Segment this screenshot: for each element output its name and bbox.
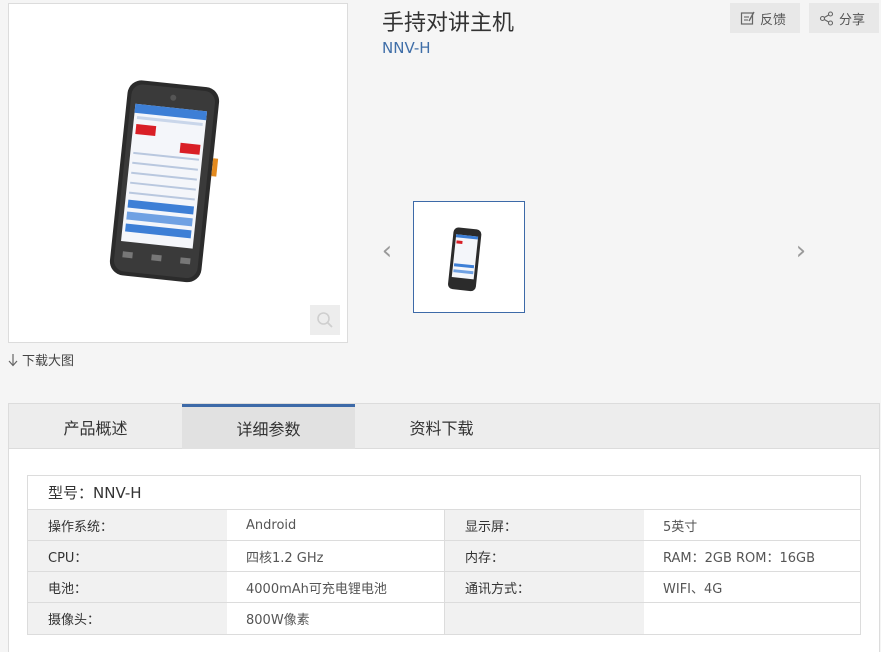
spec-label: 显示屏： [445, 510, 644, 540]
spec-label-empty [445, 603, 644, 634]
spec-value-empty [644, 603, 860, 634]
magnifier-icon [317, 312, 333, 328]
phone-image [109, 80, 220, 283]
spec-value: 800W像素 [227, 603, 445, 634]
spec-model-header: 型号：NNV-H [28, 476, 860, 510]
spec-row: 电池： 4000mAh可充电锂电池 通讯方式： WIFI、4G [28, 572, 860, 603]
carousel-next-button[interactable]: › [791, 236, 811, 266]
spec-value: WIFI、4G [644, 572, 860, 602]
carousel-prev-button[interactable]: ‹ [377, 236, 397, 266]
main-product-image[interactable] [8, 3, 348, 343]
download-large-image-link[interactable]: 下载大图 [8, 350, 74, 369]
spec-table: 型号：NNV-H 操作系统： Android 显示屏： 5英寸 CPU： 四核1… [27, 475, 861, 635]
product-detail-panel: 产品概述 详细参数 资料下载 型号：NNV-H 操作系统： Android 显示… [8, 403, 880, 652]
spec-label: 内存： [445, 541, 644, 571]
feedback-label: 反馈 [760, 12, 787, 28]
spec-row: 摄像头： 800W像素 [28, 603, 860, 634]
zoom-button[interactable] [310, 305, 340, 335]
product-page: 下载大图 手持对讲主机 NNV-H 反馈 分享 ‹ › 产品概述 详细参数 资料… [0, 0, 881, 652]
tab-bar: 产品概述 详细参数 资料下载 [9, 404, 879, 449]
spec-value: 5英寸 [644, 510, 860, 540]
feedback-button[interactable]: 反馈 [730, 3, 800, 33]
product-model: NNV-H [382, 39, 431, 57]
spec-label: 操作系统： [28, 510, 227, 540]
spec-label: 电池： [28, 572, 227, 602]
thumbnail-item[interactable] [413, 201, 525, 313]
share-label: 分享 [839, 12, 866, 28]
edit-icon [740, 11, 755, 25]
chevron-left-icon: ‹ [381, 236, 393, 266]
spec-value: RAM：2GB ROM：16GB [644, 541, 860, 571]
spec-value: Android [227, 510, 445, 540]
share-button[interactable]: 分享 [809, 3, 879, 33]
spec-row: CPU： 四核1.2 GHz 内存： RAM：2GB ROM：16GB [28, 541, 860, 572]
spec-label: CPU： [28, 541, 227, 571]
product-title: 手持对讲主机 [382, 11, 515, 36]
download-label: 下载大图 [22, 354, 75, 369]
spec-value: 4000mAh可充电锂电池 [227, 572, 445, 602]
spec-row: 操作系统： Android 显示屏： 5英寸 [28, 510, 860, 541]
tab-overview[interactable]: 产品概述 [9, 404, 182, 449]
spec-label: 摄像头： [28, 603, 227, 634]
share-icon [819, 10, 834, 26]
phone-thumbnail-image [448, 227, 482, 292]
tab-specifications[interactable]: 详细参数 [182, 404, 355, 449]
tab-downloads[interactable]: 资料下载 [355, 404, 528, 449]
spec-label: 通讯方式： [445, 572, 644, 602]
chevron-right-icon: › [795, 236, 807, 266]
arrow-down-icon [8, 353, 18, 366]
spec-value: 四核1.2 GHz [227, 541, 445, 571]
